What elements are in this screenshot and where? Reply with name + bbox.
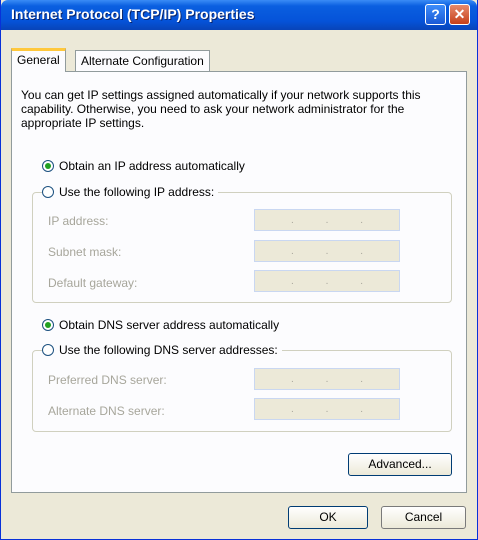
radio-label: Use the following DNS server addresses: <box>59 343 278 357</box>
preferred-dns-label: Preferred DNS server: <box>48 373 167 387</box>
radio-label: Obtain an IP address automatically <box>59 159 245 173</box>
radio-label: Obtain DNS server address automatically <box>59 318 280 332</box>
ip-address-input: ... <box>254 209 400 231</box>
title-bar[interactable]: Internet Protocol (TCP/IP) Properties ? … <box>1 0 477 30</box>
alternate-dns-label: Alternate DNS server: <box>48 404 165 418</box>
preferred-dns-input: ... <box>254 368 400 390</box>
radio-obtain-ip-auto[interactable]: Obtain an IP address automatically <box>42 159 249 173</box>
radio-icon[interactable] <box>42 186 54 198</box>
alternate-dns-input: ... <box>254 398 400 420</box>
tab-alternate-configuration[interactable]: Alternate Configuration <box>75 50 210 71</box>
dialog-window: Internet Protocol (TCP/IP) Properties ? … <box>0 0 478 540</box>
tab-general[interactable]: General <box>11 48 66 72</box>
radio-icon[interactable] <box>42 319 54 331</box>
radio-icon[interactable] <box>42 344 54 356</box>
close-button[interactable]: ✕ <box>449 4 470 25</box>
cancel-button[interactable]: Cancel <box>381 506 466 529</box>
radio-icon[interactable] <box>42 160 54 172</box>
advanced-button[interactable]: Advanced... <box>348 453 452 476</box>
default-gateway-label: Default gateway: <box>48 276 138 290</box>
help-button[interactable]: ? <box>425 4 446 25</box>
subnet-mask-input: ... <box>254 240 400 262</box>
window-title: Internet Protocol (TCP/IP) Properties <box>11 6 255 22</box>
radio-label: Use the following IP address: <box>59 185 215 199</box>
ip-address-label: IP address: <box>48 214 109 228</box>
subnet-mask-label: Subnet mask: <box>48 245 122 259</box>
radio-use-following-ip[interactable]: Use the following IP address: <box>42 185 219 199</box>
radio-obtain-dns-auto[interactable]: Obtain DNS server address automatically <box>42 318 284 332</box>
intro-text: You can get IP settings assigned automat… <box>21 88 421 130</box>
ok-button[interactable]: OK <box>288 506 368 529</box>
default-gateway-input: ... <box>254 270 400 292</box>
radio-use-following-dns[interactable]: Use the following DNS server addresses: <box>42 343 282 357</box>
